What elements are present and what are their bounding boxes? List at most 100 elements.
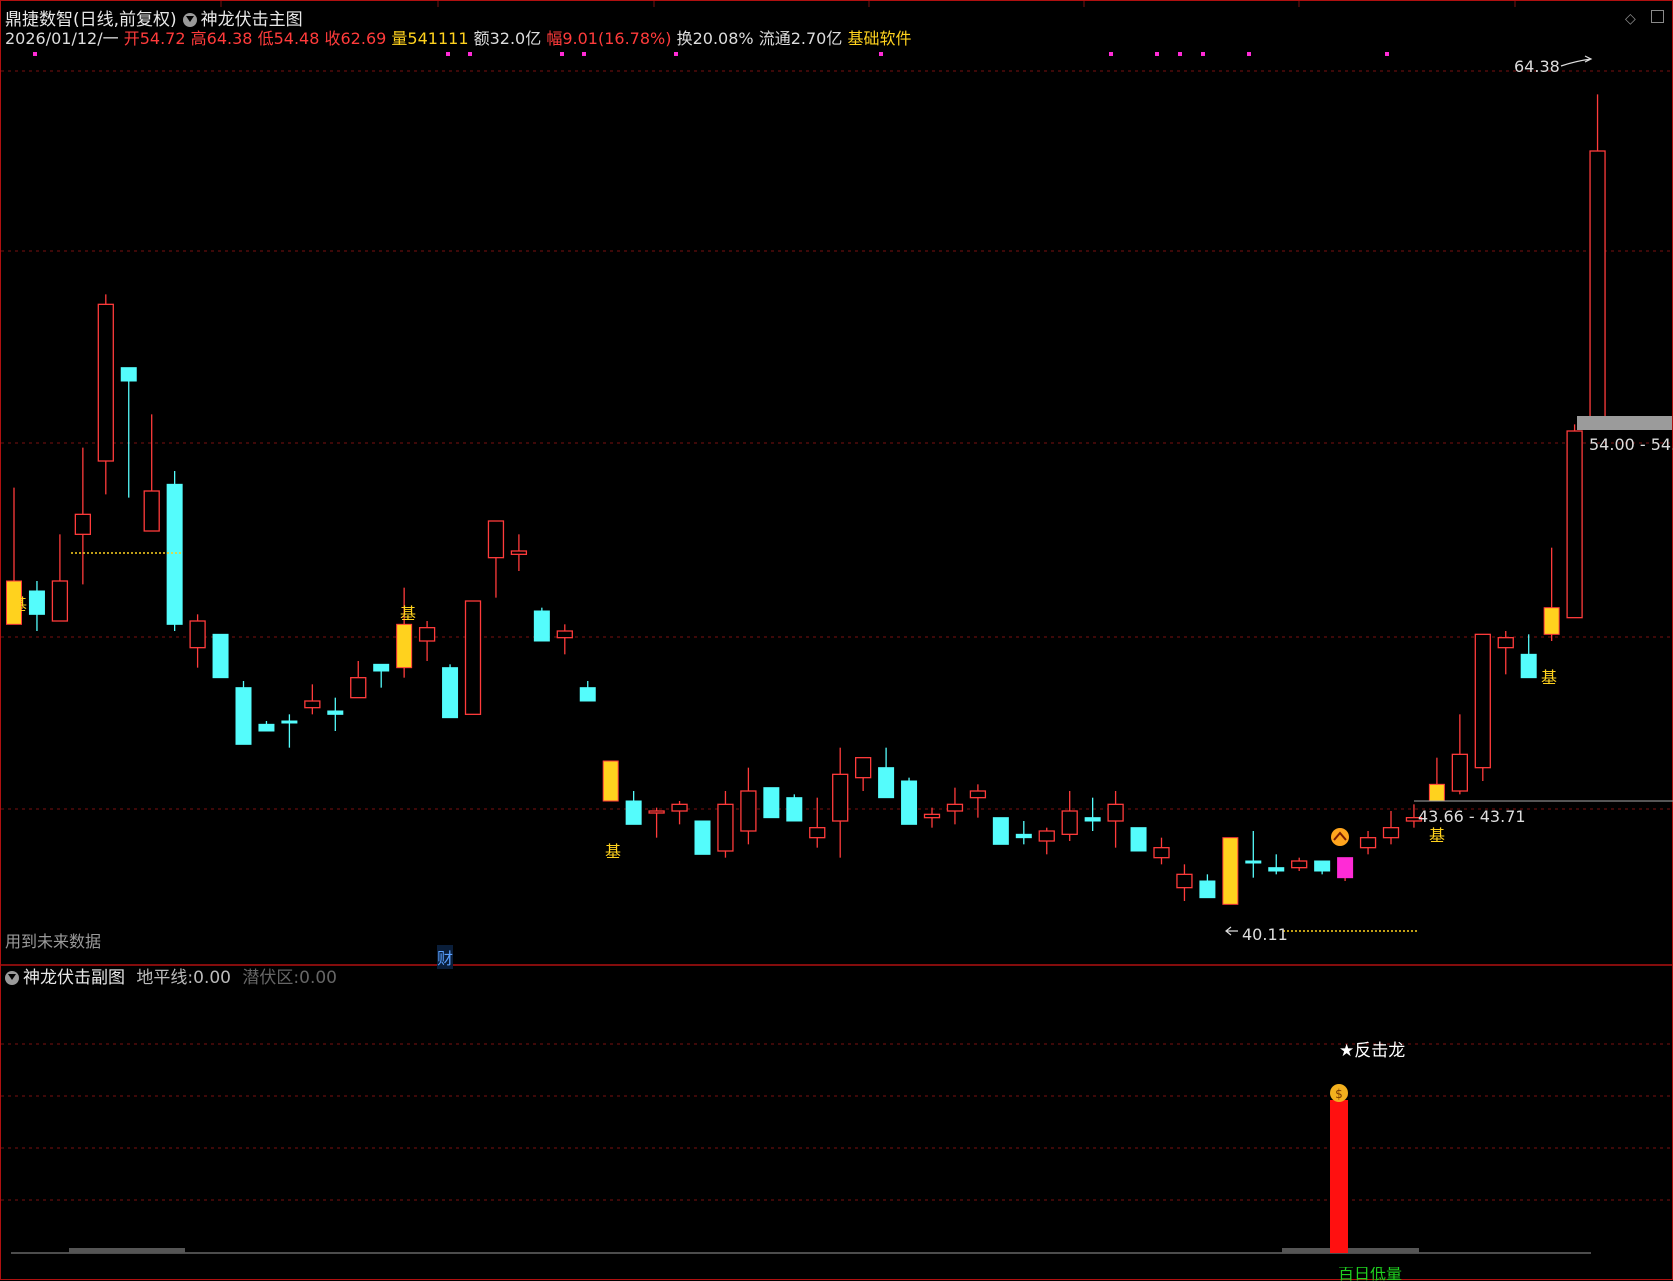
signal-dot [879,52,883,56]
candle-body [28,590,45,615]
baseline-label: 地平线: [136,968,194,988]
change-value: 9.01(16.78%) [562,29,672,48]
candle-body [1428,783,1445,802]
low-volume-bar [1282,1248,1419,1253]
candle-body-up [350,677,367,699]
candle-body-up [648,810,665,814]
candle-body-up [923,813,941,819]
close-label: 收 [324,29,341,48]
candle-body [1337,857,1354,879]
baseline-value: 0.00 [193,968,231,988]
candle-body [786,797,803,822]
signal-dot [560,52,564,56]
candle-body [625,800,642,825]
float-label: 流通 [758,29,791,48]
candle-body [992,817,1009,845]
ji-marker: 基 [400,604,417,623]
sector-link[interactable]: 基础软件 [847,29,911,48]
candle-body [1199,880,1216,899]
candle-body [602,760,619,802]
candle-body-up [1061,810,1078,835]
candle-body-up [487,520,505,559]
amount-value: 32.0亿 [489,29,542,48]
signal-dot [674,52,678,56]
low-volume-label: 百日低量 [1338,1267,1403,1281]
low-value: 54.48 [273,29,320,48]
candle-body [1245,860,1262,864]
candle-body-up [304,700,321,709]
candle-body [878,767,895,799]
ji-marker: 基 [605,842,622,861]
low-price-label: 40.11 [1242,925,1288,944]
low-arrow-icon [1225,926,1238,936]
dropdown-toggle-icon[interactable] [5,971,19,985]
candle-body [1222,837,1239,905]
volume-value: 541111 [407,29,469,48]
low-label: 低 [257,29,274,48]
candle-body [694,820,711,855]
ambush-label: 潜伏区: [242,968,300,988]
sub-chart-canvas: $ [1,1043,1673,1254]
open-value: 54.72 [139,29,186,48]
candle-body [442,667,459,719]
money-bag-icon: $ [1335,1087,1343,1101]
candle-body-up [97,303,114,462]
low-volume-bar [69,1248,185,1253]
candle-body-up [1474,633,1491,769]
ji-marker: 基 [11,595,28,614]
signal-dot [468,52,472,56]
candle-body-up [1359,837,1377,849]
candle-body-up [946,803,964,812]
diamond-icon[interactable]: ◇ [1625,11,1636,27]
signal-dot [582,52,586,56]
candle-body [579,687,596,702]
indicator-name[interactable]: 神龙伏击主图 [201,10,303,30]
finance-marker[interactable]: 财 [437,945,454,969]
candle-body [373,663,390,672]
candle-body [166,483,183,625]
quote-date: 2026/01/12/一 [5,29,119,48]
candle-body-up [1176,873,1193,889]
candle-body [258,723,275,732]
change-label: 幅 [546,29,563,48]
volume-label: 量 [391,29,408,48]
candle-body [1543,607,1560,635]
close-value: 62.69 [340,29,387,48]
candle-body [212,633,229,679]
signal-dot [1178,52,1182,56]
candle-body-up [189,620,206,649]
candlestick-series [6,94,1606,905]
chart-canvas[interactable]: $ [1,1,1673,1281]
ambush-value: 0.00 [299,968,337,988]
candle-body-up [1566,430,1583,619]
dropdown-toggle-icon[interactable] [182,13,197,27]
candle-body [120,367,137,382]
candle-body [281,720,298,724]
chart-annotations [33,52,1673,936]
candle-body-up [1382,827,1400,839]
upper-range-label: 54.00 - 54.4 [1589,435,1673,454]
candle-body-up [74,513,91,535]
candle-body-up [1038,830,1055,842]
open-label: 开 [123,29,140,48]
quote-info-bar: 2026/01/12/一 开54.72 高64.38 低54.48 收62.69… [5,29,911,49]
candle-body [396,623,413,669]
signal-bar [1330,1100,1348,1253]
chevron-up-icon [1331,828,1349,846]
signal-dot [1109,52,1113,56]
stock-title: 鼎捷数智(日线,前复权) [5,10,177,30]
signal-dot [1155,52,1159,56]
candle-body [1314,860,1331,872]
signal-dot [1201,52,1205,56]
signal-dot [1247,52,1251,56]
candle-body-up [1107,803,1124,822]
sub-chart-title[interactable]: 神龙伏击副图 [23,968,125,988]
candle-body [533,610,550,642]
maximize-icon[interactable] [1651,10,1664,23]
window-title-bar: 鼎捷数智(日线,前复权) 神龙伏击主图 [5,10,303,30]
candle-body-up [1153,847,1170,859]
sub-chart-header: 神龙伏击副图 地平线:0.00 潜伏区:0.00 [5,968,337,988]
candle-body [763,787,780,819]
candle-body [235,687,252,745]
high-arrow-icon [1560,55,1593,67]
